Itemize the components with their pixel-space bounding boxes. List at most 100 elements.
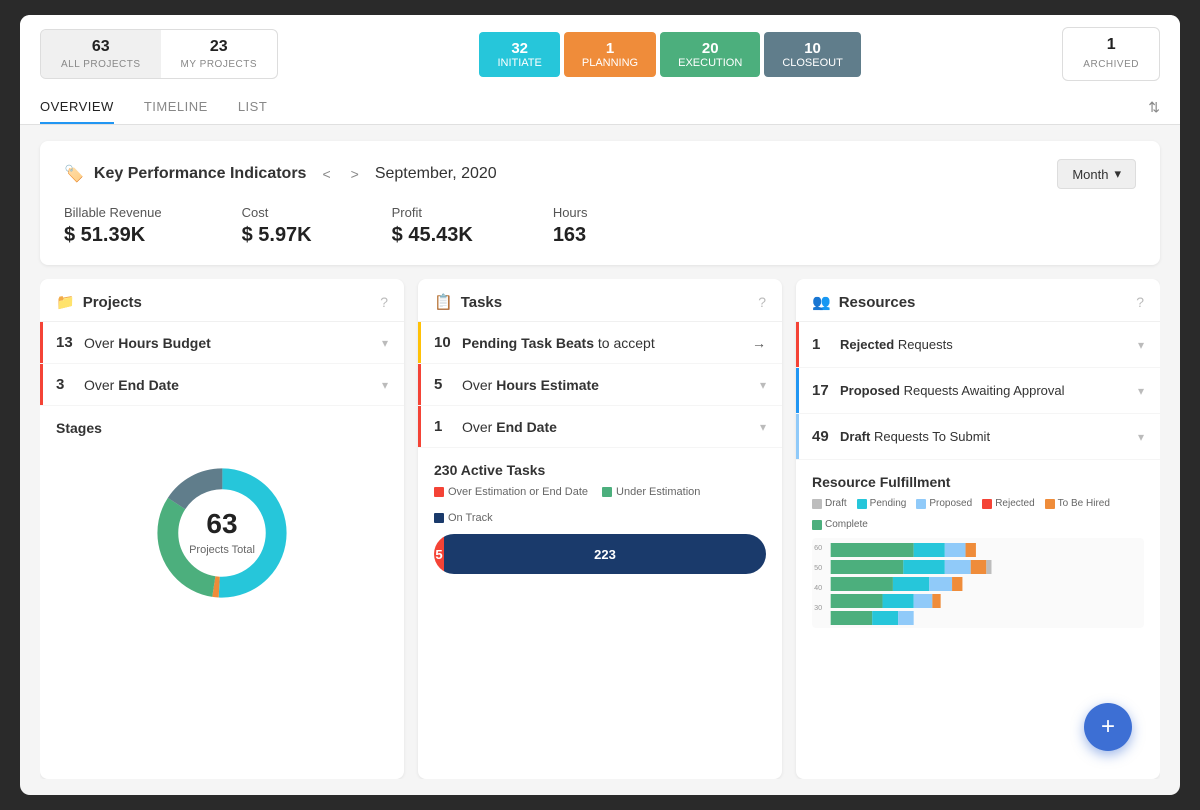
to-be-hired-dot (1045, 499, 1055, 509)
legend-complete: Complete (812, 519, 868, 530)
my-projects-label: MY PROJECTS (181, 59, 257, 70)
pending-task-beats-count: 10 (434, 334, 462, 351)
chevron-down-icon: ▾ (382, 378, 388, 392)
kpi-title-area: 🏷️ Key Performance Indicators < > Septem… (64, 164, 497, 184)
kpi-icon: 🏷️ (64, 164, 84, 184)
resources-panel: 👥 Resources ? 1 Rejected Requests ▾ 17 P… (796, 279, 1160, 779)
draft-requests-item[interactable]: 49 Draft Requests To Submit ▾ (796, 414, 1160, 460)
resources-panel-title: Resources (839, 294, 916, 311)
over-end-date-task-item[interactable]: 1 Over End Date ▾ (418, 406, 782, 448)
legend-under-estimation: Under Estimation (602, 486, 700, 498)
pending-task-beats-item[interactable]: 10 Pending Task Beats to accept → (418, 322, 782, 364)
sort-icon[interactable]: ⇅ (1148, 99, 1160, 116)
tab-my-projects[interactable]: 23 MY PROJECTS (161, 30, 277, 78)
legend-on-track: On Track (434, 512, 493, 524)
my-projects-count: 23 (181, 38, 257, 56)
view-tab-row: OVERVIEW TIMELINE LIST ⇅ (40, 91, 1160, 124)
rf-legend: Draft Pending Proposed Rejected (812, 498, 1144, 530)
active-tasks-section: 230 Active Tasks Over Estimation or End … (418, 448, 782, 582)
initiate-count: 32 (497, 40, 541, 57)
kpi-header: 🏷️ Key Performance Indicators < > Septem… (64, 159, 1136, 189)
arrow-right-icon: → (752, 335, 766, 351)
projects-help-icon[interactable]: ? (380, 294, 388, 310)
archived-button[interactable]: 1 ARCHIVED (1062, 27, 1160, 81)
metric-hours: Hours 163 (553, 205, 588, 247)
under-estimation-dot (602, 487, 612, 497)
rf-title: Resource Fulfillment (812, 474, 1144, 490)
over-end-date-item[interactable]: 3 Over End Date ▾ (40, 364, 404, 406)
over-end-date-task-desc: Over End Date (462, 419, 760, 435)
metric-cost: Cost $ 5.97K (242, 205, 312, 247)
active-tasks-title: 230 Active Tasks (434, 462, 766, 478)
resources-panel-title-area: 👥 Resources (812, 293, 915, 311)
fab-add-button[interactable]: + (1084, 703, 1132, 751)
legend-proposed: Proposed (916, 498, 972, 509)
bottom-grid: 📁 Projects ? 13 Over Hours Budget ▾ 3 Ov… (40, 279, 1160, 779)
resource-fulfillment-section: Resource Fulfillment Draft Pending Pr (796, 460, 1160, 636)
tasks-help-icon[interactable]: ? (758, 294, 766, 310)
initiate-label: INITIATE (497, 57, 541, 69)
resource-fulfillment-chart: 60 50 40 30 (812, 538, 1144, 628)
resources-help-icon[interactable]: ? (1136, 294, 1144, 310)
over-hours-estimate-count: 5 (434, 376, 462, 393)
pending-dot (857, 499, 867, 509)
proposed-dot (916, 499, 926, 509)
status-tab-planning[interactable]: 1 PLANNING (564, 32, 656, 77)
all-projects-count: 63 (61, 38, 141, 56)
rf-chart-svg: 60 50 40 30 (812, 538, 1144, 628)
resources-panel-header: 👥 Resources ? (796, 279, 1160, 322)
top-nav-row: 63 ALL PROJECTS 23 MY PROJECTS 32 INITIA… (40, 27, 1160, 81)
chevron-down-icon: ▾ (760, 420, 766, 434)
chevron-down-icon: ▾ (1138, 384, 1144, 398)
svg-text:60: 60 (814, 544, 822, 552)
rejected-requests-item[interactable]: 1 Rejected Requests ▾ (796, 322, 1160, 368)
legend-rejected: Rejected (982, 498, 1034, 509)
proposed-requests-item[interactable]: 17 Proposed Requests Awaiting Approval ▾ (796, 368, 1160, 414)
on-track-dot (434, 513, 444, 523)
kpi-prev-button[interactable]: < (316, 164, 336, 184)
complete-dot (812, 520, 822, 530)
tasks-panel-header: 📋 Tasks ? (418, 279, 782, 322)
month-button[interactable]: Month ▾ (1057, 159, 1136, 189)
progress-bar[interactable]: 5 223 (434, 534, 766, 574)
project-tabs: 63 ALL PROJECTS 23 MY PROJECTS (40, 29, 278, 79)
kpi-next-button[interactable]: > (345, 164, 365, 184)
status-tab-execution[interactable]: 20 EXECUTION (660, 32, 760, 77)
over-estimation-dot (434, 487, 444, 497)
resources-icon: 👥 (812, 293, 831, 311)
rejected-count: 1 (812, 336, 840, 353)
pending-task-beats-desc: Pending Task Beats to accept (462, 335, 752, 351)
chevron-down-icon: ▾ (1138, 338, 1144, 352)
status-tab-initiate[interactable]: 32 INITIATE (479, 32, 559, 77)
draft-desc: Draft Requests To Submit (840, 429, 1138, 444)
over-end-date-count: 3 (56, 376, 84, 393)
all-projects-label: ALL PROJECTS (61, 59, 141, 70)
donut-area: 63 Projects Total (56, 448, 388, 618)
rejected-desc: Rejected Requests (840, 337, 1138, 352)
metric-profit: Profit $ 45.43K (392, 205, 473, 247)
svg-text:40: 40 (814, 584, 822, 592)
tab-timeline[interactable]: TIMELINE (144, 91, 208, 124)
over-hours-budget-desc: Over Hours Budget (84, 335, 382, 351)
over-hours-budget-item[interactable]: 13 Over Hours Budget ▾ (40, 322, 404, 364)
archived-count: 1 (1083, 36, 1139, 54)
over-end-date-desc: Over End Date (84, 377, 382, 393)
view-tabs: OVERVIEW TIMELINE LIST (40, 91, 267, 124)
tab-list[interactable]: LIST (238, 91, 267, 124)
planning-label: PLANNING (582, 57, 638, 69)
tab-overview[interactable]: OVERVIEW (40, 91, 114, 124)
over-hours-estimate-item[interactable]: 5 Over Hours Estimate ▾ (418, 364, 782, 406)
progress-bar-ontrack: 223 (444, 534, 766, 574)
billable-revenue-value: $ 51.39K (64, 224, 145, 246)
status-tab-closeout[interactable]: 10 CLOSEOUT (764, 32, 861, 77)
folder-icon: 📁 (56, 293, 75, 311)
tab-all-projects[interactable]: 63 ALL PROJECTS (41, 30, 161, 78)
projects-panel-title-area: 📁 Projects (56, 293, 142, 311)
kpi-title: Key Performance Indicators (94, 165, 307, 183)
projects-panel-header: 📁 Projects ? (40, 279, 404, 322)
metric-billable-revenue: Billable Revenue $ 51.39K (64, 205, 162, 247)
profit-value: $ 45.43K (392, 224, 473, 246)
execution-label: EXECUTION (678, 57, 742, 69)
projects-panel: 📁 Projects ? 13 Over Hours Budget ▾ 3 Ov… (40, 279, 404, 779)
stages-title: Stages (56, 420, 388, 436)
